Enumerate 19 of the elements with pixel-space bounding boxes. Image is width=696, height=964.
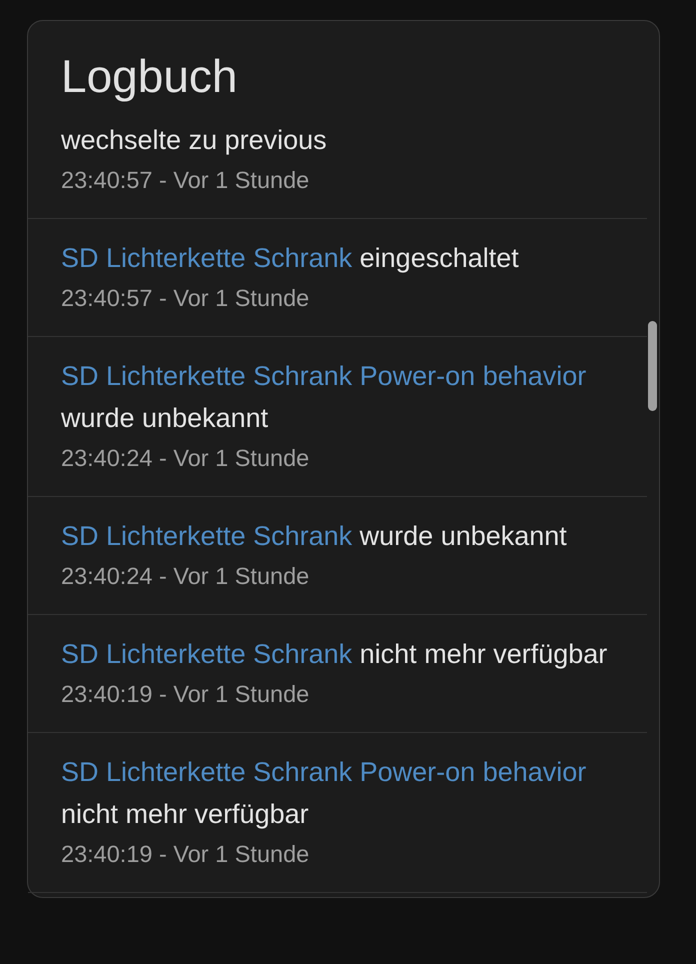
log-timestamp: 23:40:57 - Vor 1 Stunde: [61, 166, 310, 195]
entity-link[interactable]: SD Lichterkette Schrank: [61, 521, 352, 551]
log-timestamp: 23:40:24 - Vor 1 Stunde: [61, 444, 310, 473]
log-message: wechselte zu previous: [61, 124, 328, 157]
log-message: SD Lichterkette Schrank Power-on behavior nicht mehr verfügbar: [61, 756, 588, 831]
log-message: SD Lichterkette Schrank wurde unbekannt: [61, 520, 568, 553]
entity-link[interactable]: SD Lichterkette Schrank: [61, 243, 352, 273]
log-message: SD Lichterkette Schrank Power-on behavior wurde unbekannt: [61, 360, 588, 435]
log-timestamp: 23:40:24 - Vor 1 Stunde: [61, 562, 310, 591]
log-timestamp: 23:40:19 - Vor 1 Stunde: [61, 840, 310, 869]
log-message: SD Lichterkette Schrank nicht mehr verfügbar: [61, 638, 608, 671]
log-timestamp: 23:40:19 - Vor 1 Stunde: [61, 680, 310, 709]
entity-link[interactable]: SD Lichterkette Schrank: [61, 639, 352, 669]
entity-link[interactable]: SD Lichterkette Schrank Power-on behavior: [61, 757, 586, 787]
card-title: Logbuch: [61, 52, 238, 100]
log-timestamp: 23:40:57 - Vor 1 Stunde: [61, 284, 310, 313]
scrollbar-thumb[interactable]: [648, 321, 657, 411]
entity-link[interactable]: SD Lichterkette Schrank Power-on behavior: [61, 361, 586, 391]
log-message: SD Lichterkette Schrank eingeschaltet: [61, 242, 520, 275]
